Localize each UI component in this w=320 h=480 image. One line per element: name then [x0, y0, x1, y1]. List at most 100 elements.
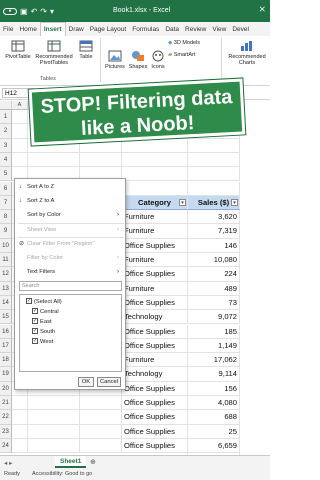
sheet-tab-sheet1[interactable]: Sheet1	[55, 456, 87, 468]
tab-view[interactable]: View	[209, 26, 229, 33]
grid-cell[interactable]	[12, 410, 28, 425]
undo-icon[interactable]: ↶	[31, 7, 38, 16]
sheet-nav-arrows-icon[interactable]: ◂ ▸	[4, 459, 12, 467]
checkbox-checked-icon: ✓	[32, 318, 38, 325]
grid-cell[interactable]	[12, 152, 28, 168]
row-header[interactable]: 23	[0, 424, 12, 439]
tab-draw[interactable]: Draw	[66, 26, 87, 33]
save-icon[interactable]: ▣	[20, 7, 28, 16]
filter-dropdown-button[interactable]: ▾	[231, 199, 238, 207]
tab-home[interactable]: Home	[16, 26, 39, 33]
3d-models-button[interactable]: ◆ 3D Models	[168, 40, 212, 46]
autosave-toggle[interactable]: ●	[3, 7, 17, 15]
row-header[interactable]: 24	[0, 438, 12, 454]
grid-cell[interactable]	[12, 138, 28, 153]
grid-cell[interactable]	[80, 438, 122, 454]
grid-cell[interactable]	[122, 138, 188, 153]
text-filters-item[interactable]: Text Filters ›	[19, 267, 123, 277]
grid-cell[interactable]	[12, 110, 28, 125]
pictures-button[interactable]: Pictures	[104, 50, 126, 70]
row-header[interactable]: 16	[0, 324, 12, 339]
east-checkbox[interactable]: ✓ East	[32, 318, 52, 326]
row-header[interactable]: 3	[0, 138, 12, 153]
grid-cell[interactable]	[28, 410, 80, 425]
row-header[interactable]: 12	[0, 267, 12, 282]
grid-cell[interactable]	[80, 424, 122, 439]
filter-dropdown-button[interactable]: ▾	[179, 199, 186, 207]
close-icon[interactable]: ⨯	[258, 4, 266, 15]
grid-cell[interactable]	[12, 124, 28, 139]
add-sheet-icon[interactable]: ⊕	[90, 458, 96, 466]
category-cell: Office Supplies	[122, 295, 188, 311]
customize-icon[interactable]: ▾	[50, 7, 54, 16]
grid-cell[interactable]	[28, 396, 80, 411]
grid-cell[interactable]	[188, 181, 240, 196]
row-header[interactable]: 4	[0, 152, 12, 168]
central-checkbox[interactable]: ✓ Central	[32, 308, 59, 316]
table-button[interactable]: Table	[76, 40, 96, 60]
row-header[interactable]: 8	[0, 210, 12, 225]
select-all-checkbox[interactable]: ✓ (Select All)	[26, 298, 62, 306]
row-header[interactable]: 13	[0, 281, 12, 296]
tab-insert[interactable]: Insert	[39, 22, 66, 36]
row-header[interactable]: 21	[0, 396, 12, 411]
recommended-pivottables-button[interactable]: Recommended PivotTables	[34, 40, 74, 66]
tab-review[interactable]: Review	[182, 26, 209, 33]
west-checkbox[interactable]: ✓ West	[32, 338, 53, 346]
row-header[interactable]: 2	[0, 124, 12, 139]
row-header[interactable]: 22	[0, 410, 12, 425]
tab-developer[interactable]: Devel	[229, 26, 252, 33]
sort-by-color-item[interactable]: Sort by Color ›	[19, 210, 123, 220]
grid-cell[interactable]	[28, 424, 80, 439]
pivottable-button[interactable]: PivotTable	[4, 40, 32, 60]
cancel-button[interactable]: Cancel	[97, 377, 121, 387]
row-header[interactable]: 11	[0, 253, 12, 268]
recommended-charts-button[interactable]: Recommended Charts	[226, 40, 268, 66]
shapes-label: Shapes	[128, 64, 148, 70]
smartart-button[interactable]: ▰ SmartArt	[168, 52, 212, 58]
row-header[interactable]: 15	[0, 310, 12, 325]
column-header-a[interactable]: A	[12, 101, 28, 110]
row-header[interactable]: 5	[0, 167, 12, 182]
grid-cell[interactable]	[28, 438, 80, 454]
row-header[interactable]: 9	[0, 224, 12, 239]
sort-z-to-a-item[interactable]: ↓ Sort Z to A	[19, 196, 54, 206]
row-header[interactable]: 10	[0, 238, 12, 253]
sort-descending-icon: ↓	[19, 198, 22, 204]
tab-formulas[interactable]: Formulas	[129, 26, 162, 33]
redo-icon[interactable]: ↷	[40, 7, 47, 16]
select-all-corner[interactable]	[0, 101, 12, 110]
row-header[interactable]: 18	[0, 353, 12, 368]
grid-cell[interactable]	[80, 396, 122, 411]
shapes-button[interactable]: Shapes	[128, 50, 148, 70]
south-checkbox[interactable]: ✓ South	[32, 328, 55, 336]
row-header[interactable]: 19	[0, 367, 12, 382]
row-header[interactable]: 6	[0, 181, 12, 196]
sheet-view-item: Sheet View ›	[19, 225, 123, 235]
row-header[interactable]: 14	[0, 295, 12, 311]
grid-cell[interactable]	[12, 396, 28, 411]
row-header[interactable]: 17	[0, 338, 12, 354]
grid-cell[interactable]	[188, 167, 240, 182]
row-header[interactable]: 1	[0, 110, 12, 125]
grid-cell[interactable]	[12, 424, 28, 439]
grid-cell[interactable]	[122, 181, 188, 196]
grid-cell[interactable]	[80, 410, 122, 425]
filter-search-input[interactable]: Search	[19, 281, 122, 291]
grid-cell[interactable]	[188, 138, 240, 153]
grid-cell[interactable]	[12, 438, 28, 454]
grid-cell[interactable]	[122, 152, 188, 168]
category-cell: Office Supplies	[122, 324, 188, 339]
tab-data[interactable]: Data	[162, 26, 182, 33]
row-header[interactable]: 7	[0, 195, 12, 211]
sort-a-to-z-item[interactable]: ↓ Sort A to Z	[19, 182, 54, 192]
grid-cell[interactable]	[80, 152, 122, 168]
tab-file[interactable]: File	[0, 26, 16, 33]
grid-cell[interactable]	[28, 152, 80, 168]
grid-cell[interactable]	[188, 152, 240, 168]
grid-cell[interactable]	[122, 167, 188, 182]
row-header[interactable]: 20	[0, 381, 12, 396]
icons-button[interactable]: Icons	[150, 50, 166, 70]
tab-page-layout[interactable]: Page Layout	[87, 26, 130, 33]
ok-button[interactable]: OK	[78, 377, 94, 387]
